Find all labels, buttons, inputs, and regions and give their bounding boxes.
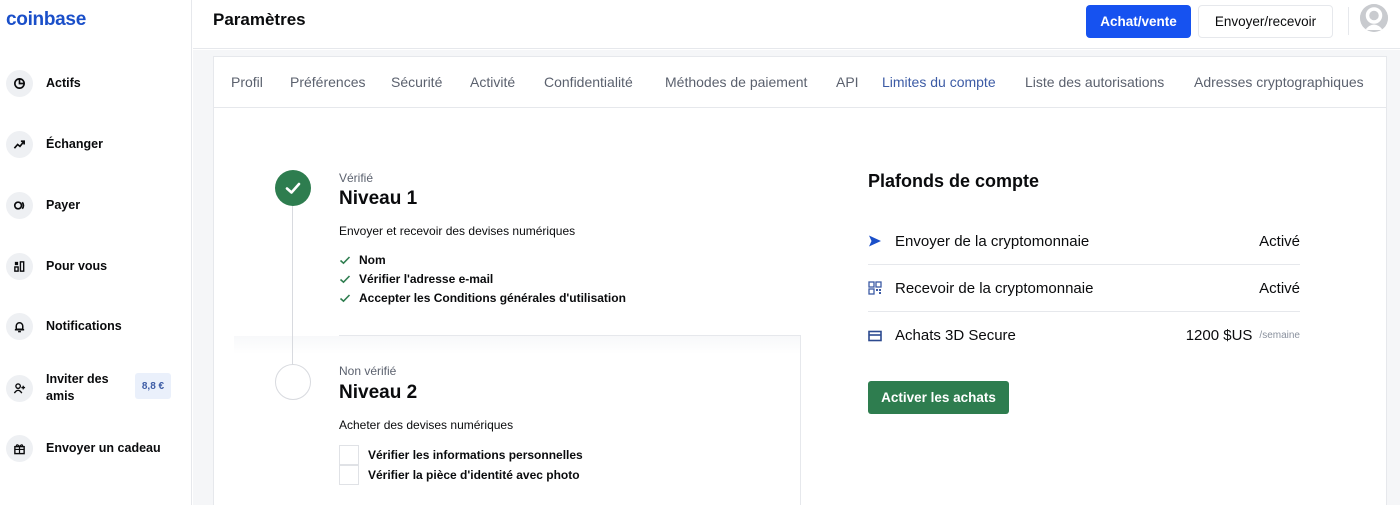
sidebar-item-inviter[interactable]: Inviter des amis 8,8 € [6, 372, 186, 404]
timeline-connector [292, 182, 293, 372]
tab-methodes-paiement[interactable]: Méthodes de paiement [665, 74, 807, 90]
sidebar-item-echanger[interactable]: Échanger [6, 129, 186, 159]
settings-tabs: Profil Préférences Sécurité Activité Con… [214, 57, 1386, 108]
sidebar-item-pour-vous[interactable]: Pour vous [6, 251, 186, 281]
sidebar-item-label: Envoyer un cadeau [46, 440, 161, 455]
check-icon [285, 182, 301, 194]
activate-purchases-button[interactable]: Activer les achats [868, 381, 1009, 414]
check-icon [339, 254, 351, 266]
sidebar-item-label: Payer [46, 197, 81, 212]
level-2-status: Non vérifié [339, 364, 397, 378]
bell-icon [6, 312, 33, 340]
tab-api[interactable]: API [836, 74, 859, 90]
check-icon [339, 273, 351, 285]
level-2-requirement[interactable]: Vérifier les informations personnelles [339, 445, 583, 465]
tab-preferences[interactable]: Préférences [290, 74, 365, 90]
requirement-label: Accepter les Conditions générales d'util… [359, 291, 626, 305]
buy-sell-button[interactable]: Achat/vente [1086, 5, 1191, 38]
level-1-description: Envoyer et recevoir des devises numériqu… [339, 224, 576, 238]
requirement-label: Vérifier la pièce d'identité avec photo [368, 468, 580, 482]
sidebar-item-label: Actifs [46, 75, 81, 90]
level-1-requirement: Nom [339, 251, 386, 269]
tab-profil[interactable]: Profil [231, 74, 263, 90]
limit-row-send: Envoyer de la cryptomonnaie Activé [868, 218, 1300, 265]
tab-activite[interactable]: Activité [470, 74, 515, 90]
limit-row-receive: Recevoir de la cryptomonnaie Activé [868, 265, 1300, 312]
sidebar-item-label: Inviter des amis [46, 372, 109, 403]
tab-confidentialite[interactable]: Confidentialité [544, 74, 633, 90]
level-1-requirement: Vérifier l'adresse e-mail [339, 270, 493, 288]
add-user-icon [6, 374, 33, 402]
referral-reward-badge: 8,8 € [135, 373, 171, 399]
header-divider [1348, 7, 1349, 35]
sidebar-item-payer[interactable]: Payer [6, 190, 186, 220]
trend-up-icon [6, 130, 33, 158]
limit-row-3d-secure: Achats 3D Secure 1200 $US /semaine [868, 312, 1300, 359]
pie-chart-icon [6, 69, 33, 97]
sidebar-item-label: Notifications [46, 318, 122, 333]
account-limits-title: Plafonds de compte [868, 171, 1040, 191]
level-2-title: Niveau 2 [339, 382, 418, 403]
limit-label: Recevoir de la cryptomonnaie [895, 279, 1094, 297]
limit-value: Activé [1259, 232, 1300, 250]
level-1-verified-icon [275, 170, 311, 206]
level-2-unverified-icon [275, 364, 311, 400]
sidebar-item-actifs[interactable]: Actifs [6, 68, 186, 98]
send-arrow-icon [868, 234, 882, 248]
level-1-title: Niveau 1 [339, 188, 418, 209]
requirement-label: Nom [359, 253, 386, 267]
settings-card: Profil Préférences Sécurité Activité Con… [213, 56, 1387, 505]
top-header: Paramètres Achat/vente Envoyer/recevoir [193, 0, 1400, 49]
limit-unit: /semaine [1259, 330, 1300, 341]
limit-label: Envoyer de la cryptomonnaie [895, 232, 1090, 250]
requirement-checkbox[interactable] [339, 465, 359, 485]
grid-icon [6, 252, 33, 280]
level-2-description: Acheter des devises numériques [339, 418, 514, 432]
page-title: Paramètres [213, 10, 306, 29]
credit-card-icon [868, 329, 882, 343]
send-receive-button[interactable]: Envoyer/recevoir [1198, 5, 1333, 38]
tab-liste-autorisations[interactable]: Liste des autorisations [1025, 74, 1164, 90]
sidebar-item-cadeau[interactable]: Envoyer un cadeau [6, 433, 186, 463]
qr-code-icon [868, 281, 882, 295]
gift-icon [6, 434, 33, 462]
level-2-requirement[interactable]: Vérifier la pièce d'identité avec photo [339, 465, 580, 485]
level-1-requirement: Accepter les Conditions générales d'util… [339, 289, 626, 307]
tab-securite[interactable]: Sécurité [391, 74, 442, 90]
pay-icon [6, 191, 33, 219]
sidebar-item-label: Pour vous [46, 258, 108, 273]
limit-label: Achats 3D Secure [895, 327, 1016, 344]
user-avatar-icon [1360, 4, 1388, 32]
level-1-status: Vérifié [339, 171, 374, 185]
sidebar: coinbase Actifs Échanger Payer Pour vous [0, 0, 192, 505]
sidebar-item-notifications[interactable]: Notifications [6, 311, 186, 341]
requirement-label: Vérifier les informations personnelles [368, 448, 583, 462]
tab-limites-compte[interactable]: Limites du compte [882, 74, 996, 90]
requirement-label: Vérifier l'adresse e-mail [359, 272, 494, 286]
app-root: coinbase Actifs Échanger Payer Pour vous [0, 0, 1400, 505]
coinbase-logo[interactable]: coinbase [6, 9, 86, 31]
check-icon [339, 292, 351, 304]
requirement-checkbox[interactable] [339, 445, 359, 465]
avatar[interactable] [1360, 4, 1388, 32]
tab-adresses-cryptographiques[interactable]: Adresses cryptographiques [1194, 74, 1364, 90]
sidebar-item-label: Échanger [46, 136, 103, 151]
limit-value: 1200 $US [1185, 327, 1253, 344]
limit-value: Activé [1259, 279, 1300, 297]
